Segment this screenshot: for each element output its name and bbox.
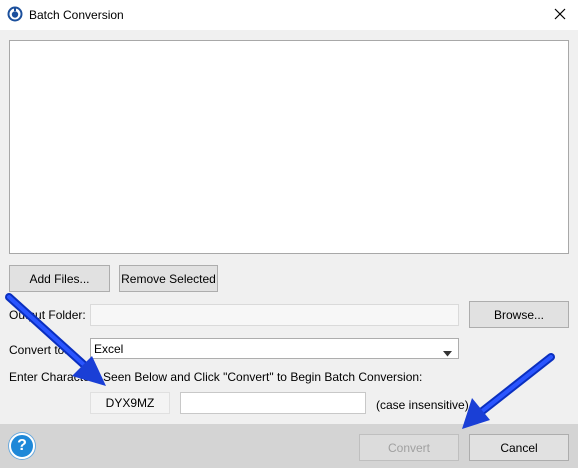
browse-button[interactable]: Browse... <box>469 301 569 328</box>
app-logo-icon <box>7 6 23 22</box>
window-title: Batch Conversion <box>29 8 124 22</box>
chevron-down-icon <box>443 346 452 360</box>
captcha-input[interactable] <box>180 392 366 414</box>
output-folder-label: Output Folder: <box>9 308 86 322</box>
remove-selected-button[interactable]: Remove Selected <box>119 265 218 292</box>
captcha-instruction: Enter Characters Seen Below and Click "C… <box>9 370 423 384</box>
close-button[interactable] <box>548 4 572 26</box>
output-folder-field[interactable] <box>90 304 459 326</box>
convert-button[interactable]: Convert <box>359 434 459 461</box>
close-icon <box>554 8 566 23</box>
help-button[interactable]: ? <box>9 433 35 459</box>
file-list[interactable] <box>9 40 569 254</box>
help-icon: ? <box>17 437 27 454</box>
convert-to-label: Convert to: <box>9 343 68 357</box>
convert-to-dropdown[interactable]: Excel <box>90 338 459 359</box>
captcha-code: DYX9MZ <box>90 392 170 414</box>
cancel-button[interactable]: Cancel <box>469 434 569 461</box>
convert-to-selected: Excel <box>94 341 124 356</box>
title-bar: Batch Conversion <box>0 0 578 30</box>
add-files-button[interactable]: Add Files... <box>9 265 110 292</box>
case-insensitive-note: (case insensitive) <box>376 398 469 412</box>
